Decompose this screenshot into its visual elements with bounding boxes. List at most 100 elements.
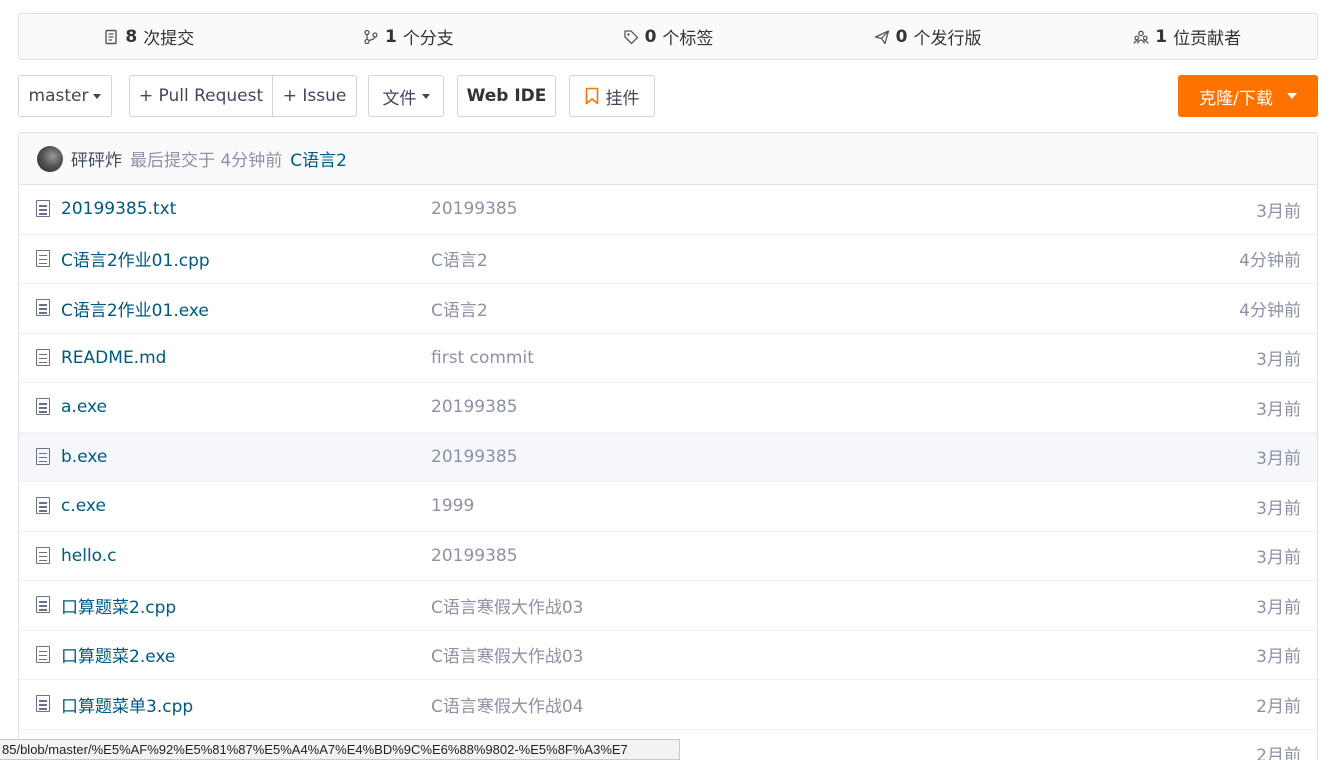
stat-releases[interactable]: 0 个发行版 bbox=[798, 24, 1058, 49]
caret-down-icon bbox=[421, 93, 430, 99]
branch-label: master bbox=[28, 86, 89, 106]
file-name[interactable]: C语言2作业01.exe bbox=[61, 296, 209, 321]
file-icon bbox=[36, 447, 50, 465]
stat-branches[interactable]: 1 个分支 bbox=[279, 24, 539, 49]
file-name[interactable]: README.md bbox=[61, 348, 166, 368]
file-commit-message[interactable]: C语言寒假大作战03 bbox=[431, 642, 584, 667]
file-row[interactable]: 口算题菜2.exe C语言寒假大作战03 3月前 bbox=[19, 631, 1317, 680]
file-name[interactable]: b.exe bbox=[61, 447, 107, 467]
file-row[interactable]: b.exe 20199385 3月前 bbox=[19, 432, 1317, 482]
last-commit-header: 砰砰炸 最后提交于 4分钟前 C语言2 bbox=[19, 133, 1317, 185]
caret-down-icon bbox=[1286, 93, 1297, 99]
widget-button[interactable]: 挂件 bbox=[569, 75, 655, 117]
clone-label: 克隆/下载 bbox=[1199, 88, 1273, 109]
file-row[interactable]: 口算题菜2.cpp C语言寒假大作战03 3月前 bbox=[19, 581, 1317, 631]
stat-label: 位贡献者 bbox=[1173, 29, 1242, 49]
release-icon bbox=[874, 29, 889, 44]
file-icon bbox=[36, 398, 50, 416]
commit-meta: 最后提交于 4分钟前 bbox=[130, 151, 283, 171]
pull-request-button[interactable]: + Pull Request bbox=[130, 76, 272, 116]
file-row[interactable]: C语言2作业01.cpp C语言2 4分钟前 bbox=[19, 235, 1317, 284]
file-commit-time: 4分钟前 bbox=[1239, 300, 1301, 321]
avatar[interactable] bbox=[37, 145, 63, 172]
file-commit-time: 3月前 bbox=[1256, 647, 1301, 668]
file-commit-message[interactable]: first commit bbox=[431, 348, 534, 368]
stat-label: 个分支 bbox=[402, 29, 454, 49]
stat-label: 个发行版 bbox=[913, 29, 982, 49]
file-commit-message[interactable]: 20199385 bbox=[431, 447, 518, 467]
file-icon bbox=[36, 596, 50, 614]
files-dropdown[interactable]: 文件 bbox=[368, 75, 444, 117]
stat-label: 次提交 bbox=[143, 29, 195, 49]
branch-icon bbox=[364, 29, 378, 44]
commit-message[interactable]: C语言2 bbox=[290, 146, 347, 171]
file-commit-message[interactable]: 20199385 bbox=[431, 199, 518, 219]
file-row[interactable]: README.md first commit 3月前 bbox=[19, 334, 1317, 383]
file-commit-time: 4分钟前 bbox=[1239, 251, 1301, 272]
file-row[interactable]: c.exe 1999 3月前 bbox=[19, 482, 1317, 532]
file-icon bbox=[36, 645, 50, 663]
clone-download-button[interactable]: 克隆/下载 bbox=[1178, 75, 1318, 117]
stat-tags[interactable]: 0 个标签 bbox=[538, 24, 798, 49]
file-commit-message[interactable]: C语言寒假大作战04 bbox=[431, 692, 584, 717]
file-name[interactable]: 20199385.txt bbox=[61, 199, 176, 219]
stat-count: 0 bbox=[895, 26, 908, 47]
file-row[interactable]: a.exe 20199385 3月前 bbox=[19, 383, 1317, 433]
file-icon bbox=[36, 348, 50, 366]
file-row[interactable]: hello.c 20199385 3月前 bbox=[19, 532, 1317, 581]
commit-author[interactable]: 砰砰炸 bbox=[71, 146, 122, 171]
stat-count: 8 bbox=[125, 26, 138, 47]
stat-count: 0 bbox=[644, 26, 657, 47]
file-commit-time: 2月前 bbox=[1256, 746, 1301, 760]
file-commit-time: 3月前 bbox=[1256, 350, 1301, 371]
stat-label: 个标签 bbox=[662, 29, 714, 49]
stat-contributors[interactable]: 1 位贡献者 bbox=[1057, 24, 1317, 49]
bookmark-icon bbox=[585, 87, 598, 105]
branch-select[interactable]: master bbox=[18, 75, 112, 117]
file-icon bbox=[36, 695, 50, 713]
tag-icon bbox=[623, 29, 638, 44]
pr-issue-group: + Pull Request + Issue bbox=[129, 75, 357, 117]
stat-count: 1 bbox=[1155, 26, 1168, 47]
file-icon bbox=[36, 299, 50, 317]
file-name[interactable]: c.exe bbox=[61, 496, 106, 516]
file-row[interactable]: C语言2作业01.exe C语言2 4分钟前 bbox=[19, 284, 1317, 334]
file-name[interactable]: hello.c bbox=[61, 546, 117, 566]
caret-down-icon bbox=[93, 93, 102, 99]
file-name[interactable]: 口算题菜2.exe bbox=[61, 642, 175, 667]
web-ide-button[interactable]: Web IDE bbox=[457, 75, 556, 117]
file-row[interactable]: 20199385.txt 20199385 3月前 bbox=[19, 185, 1317, 235]
file-commit-time: 3月前 bbox=[1256, 449, 1301, 470]
file-name[interactable]: 口算题菜2.cpp bbox=[61, 593, 176, 618]
file-commit-message[interactable]: C语言2 bbox=[431, 246, 488, 271]
repo-stats-bar: 8 次提交 1 个分支 0 个标签 0 个发行版 1 位贡献者 bbox=[18, 13, 1318, 60]
file-commit-time: 3月前 bbox=[1256, 548, 1301, 569]
file-commit-time: 3月前 bbox=[1256, 201, 1301, 222]
file-commit-message[interactable]: 20199385 bbox=[431, 397, 518, 417]
widget-label: 挂件 bbox=[605, 88, 640, 109]
file-commit-message[interactable]: 20199385 bbox=[431, 546, 518, 566]
file-commit-message[interactable]: C语言寒假大作战03 bbox=[431, 593, 584, 618]
file-row[interactable]: 口算题菜单3.cpp C语言寒假大作战04 2月前 bbox=[19, 680, 1317, 730]
repo-toolbar: master + Pull Request + Issue 文件 Web IDE… bbox=[18, 75, 1318, 117]
contributors-icon bbox=[1133, 30, 1149, 44]
stat-commits[interactable]: 8 次提交 bbox=[19, 24, 279, 49]
files-label: 文件 bbox=[382, 88, 417, 109]
file-name[interactable]: 口算题菜单3.cpp bbox=[61, 692, 193, 717]
file-commit-time: 3月前 bbox=[1256, 498, 1301, 519]
file-commit-time: 3月前 bbox=[1256, 399, 1301, 420]
file-icon bbox=[36, 249, 50, 267]
file-commit-message[interactable]: C语言2 bbox=[431, 296, 488, 321]
file-commit-message[interactable]: 1999 bbox=[431, 496, 474, 516]
stat-count: 1 bbox=[384, 26, 397, 47]
commit-icon bbox=[105, 29, 118, 44]
file-name[interactable]: C语言2作业01.cpp bbox=[61, 246, 210, 271]
issue-button[interactable]: + Issue bbox=[272, 76, 356, 116]
file-icon bbox=[36, 546, 50, 564]
file-icon bbox=[36, 200, 50, 218]
file-tree: 砰砰炸 最后提交于 4分钟前 C语言2 20199385.txt 2019938… bbox=[18, 132, 1318, 760]
file-commit-time: 3月前 bbox=[1256, 597, 1301, 618]
file-commit-time: 2月前 bbox=[1256, 696, 1301, 717]
link-status-bar: 85/blob/master/%E5%AF%92%E5%81%87%E5%A4%… bbox=[0, 739, 680, 760]
file-name[interactable]: a.exe bbox=[61, 397, 107, 417]
